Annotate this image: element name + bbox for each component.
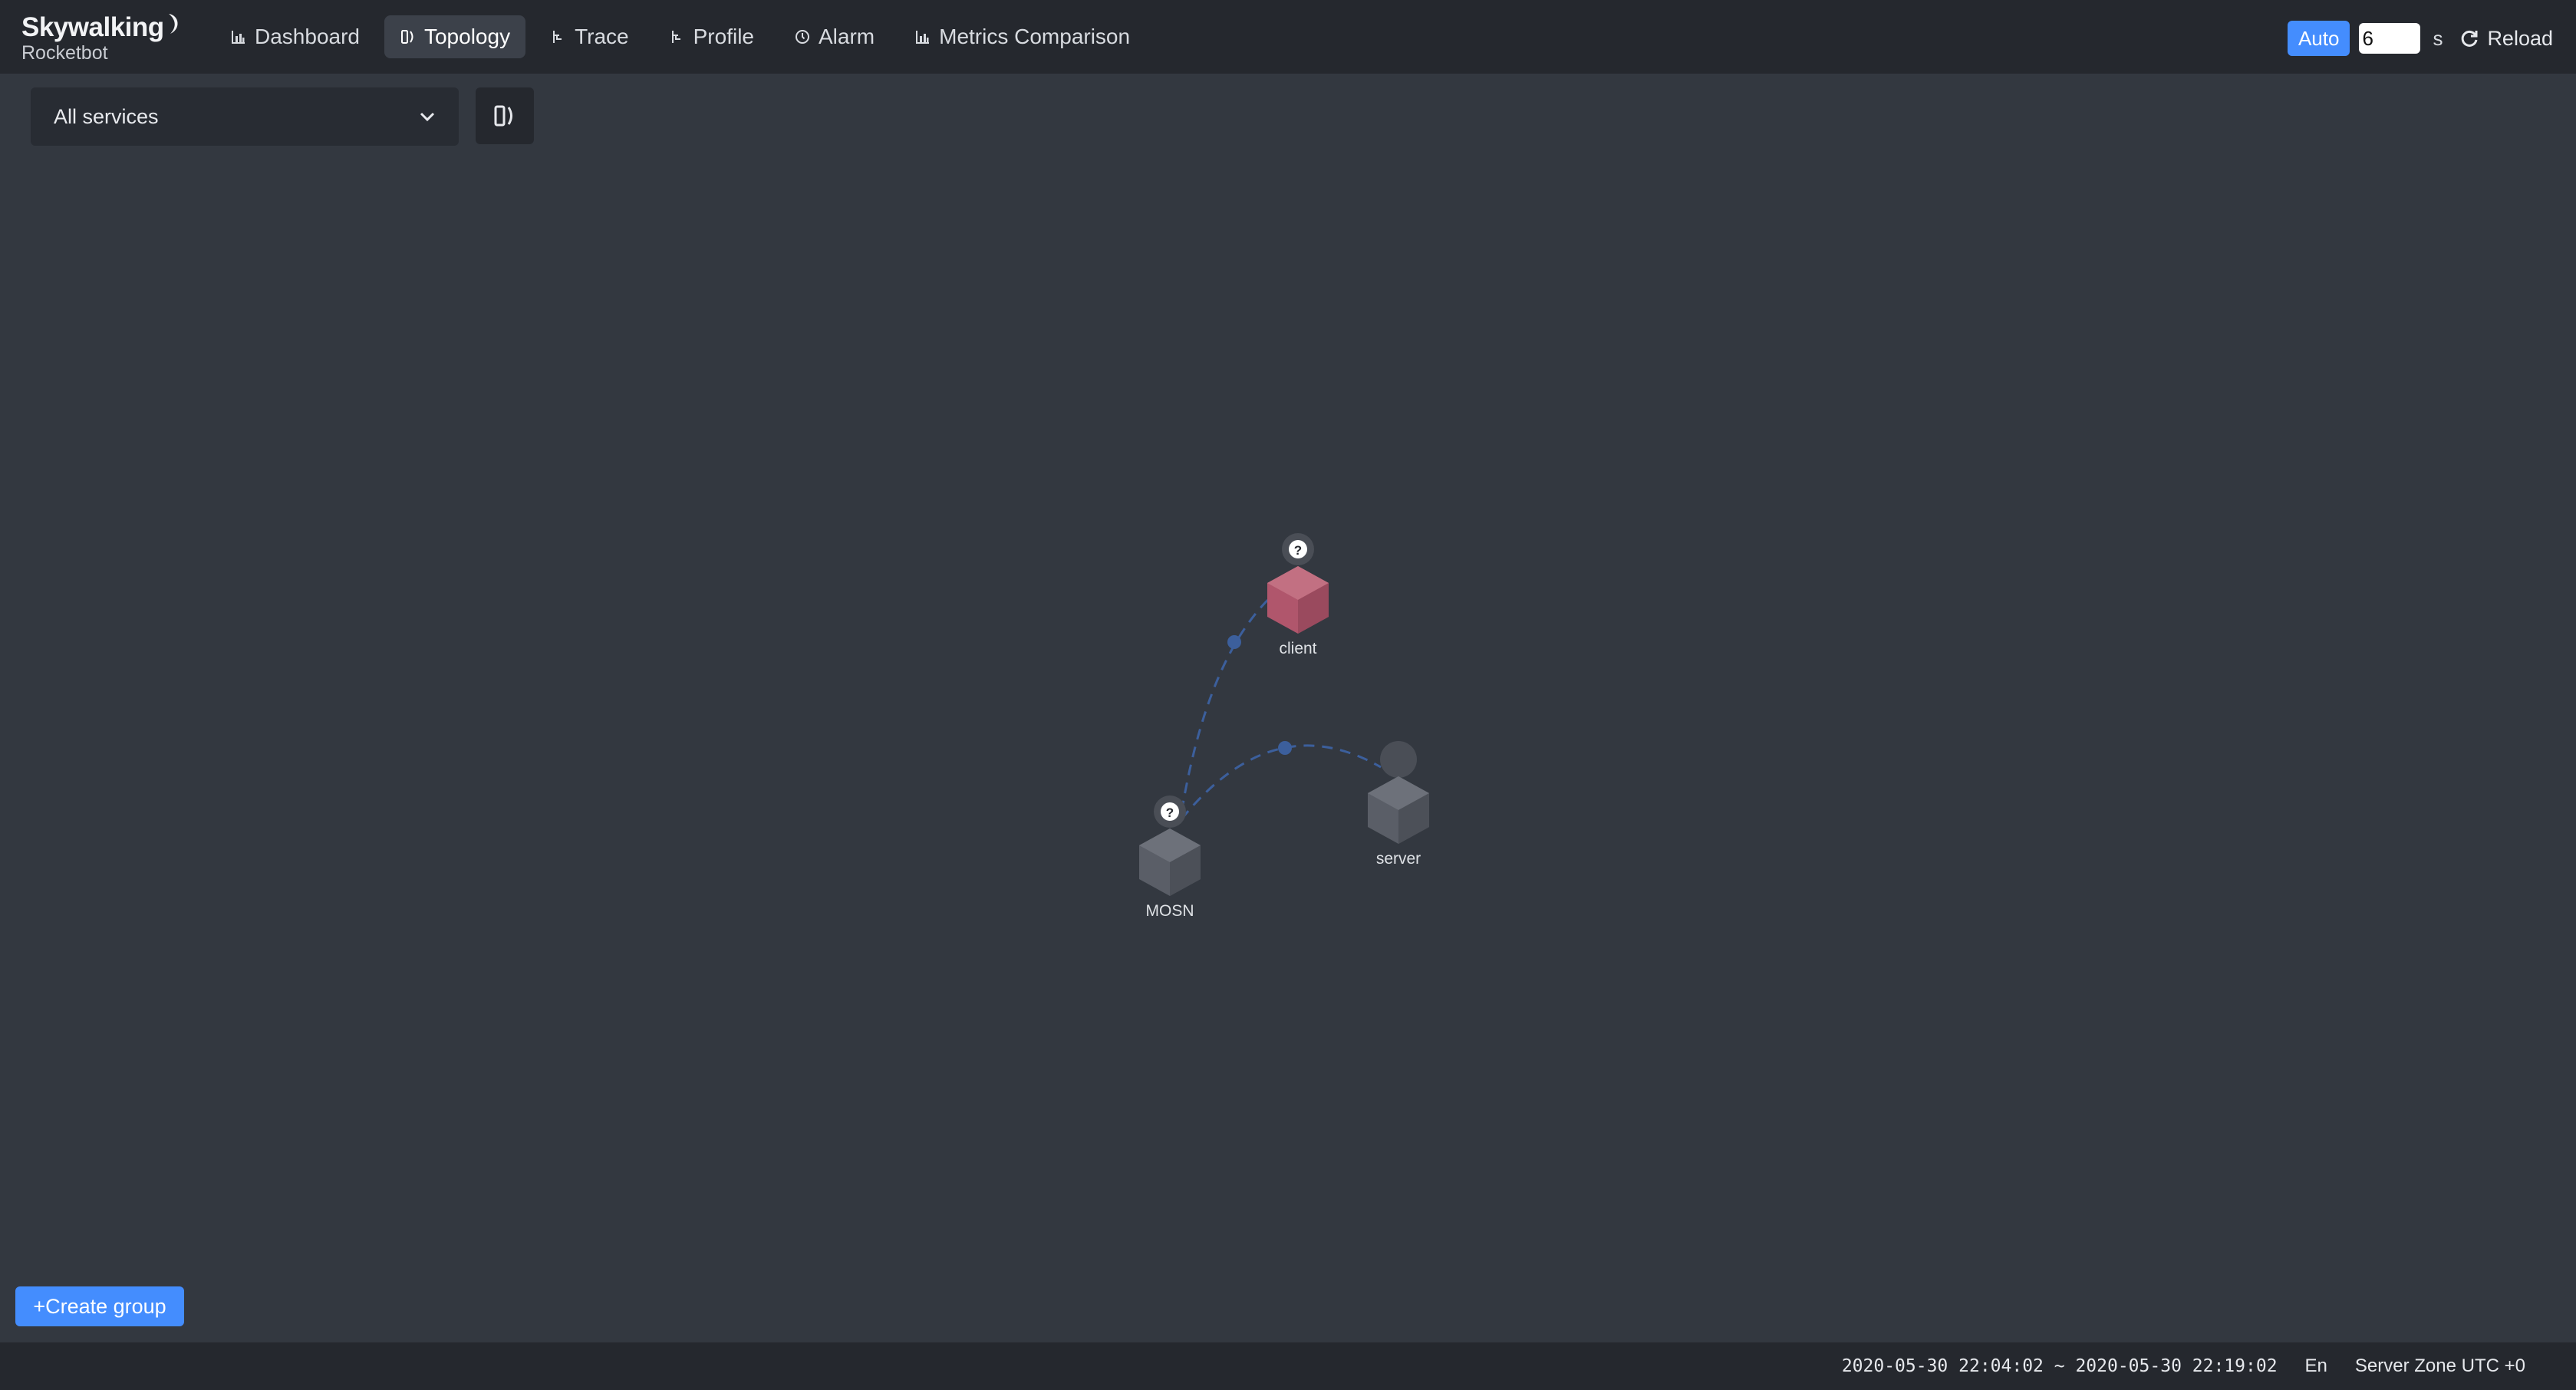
nav-alarm-label: Alarm xyxy=(819,25,875,48)
top-navigation-bar: Skywalking Rocketbot Dashboard Topology … xyxy=(0,0,2576,74)
time-range-selector[interactable]: 2020-05-30 22:04:02 ~ 2020-05-30 22:19:0… xyxy=(1842,1356,2278,1376)
profile-icon xyxy=(671,31,680,43)
server-zone-label[interactable]: Server Zone UTC +0 xyxy=(2355,1355,2525,1377)
topology-graph[interactable]: ? client ? MOSN server xyxy=(0,74,2576,1339)
logo[interactable]: Skywalking Rocketbot xyxy=(21,12,183,64)
reload-icon xyxy=(2462,30,2478,47)
nav-profile-label: Profile xyxy=(693,25,754,48)
nav-dashboard[interactable]: Dashboard xyxy=(215,15,375,58)
edge-mosn-server-dot[interactable] xyxy=(1278,741,1292,755)
refresh-controls: Auto s Reload xyxy=(2287,20,2553,57)
logo-swirl-icon xyxy=(168,13,178,34)
nav-dashboard-label: Dashboard xyxy=(255,25,360,48)
bar-chart-icon xyxy=(916,31,930,44)
reload-button[interactable]: Reload xyxy=(2459,27,2553,51)
nav-metrics-comparison-label: Metrics Comparison xyxy=(939,25,1131,48)
refresh-interval-input[interactable] xyxy=(2359,23,2421,54)
nav-trace-label: Trace xyxy=(575,25,629,48)
auto-refresh-button[interactable]: Auto xyxy=(2287,21,2350,56)
create-group-button[interactable]: +Create group xyxy=(15,1286,184,1326)
main-nav: Dashboard Topology Trace Profile Alarm M… xyxy=(215,15,1145,60)
node-label-client: client xyxy=(1279,640,1316,657)
node-client[interactable]: ? client xyxy=(1267,533,1329,657)
nav-topology-label: Topology xyxy=(423,25,511,48)
interval-unit-label: s xyxy=(2433,26,2443,50)
language-toggle[interactable]: En xyxy=(2305,1355,2327,1377)
edge-mosn-server[interactable] xyxy=(1180,744,1382,820)
status-footer: 2020-05-30 22:04:02 ~ 2020-05-30 22:19:0… xyxy=(0,1342,2576,1390)
nav-metrics-comparison[interactable]: Metrics Comparison xyxy=(899,15,1145,58)
node-label-mosn: MOSN xyxy=(1146,902,1194,920)
node-server[interactable]: server xyxy=(1368,741,1429,868)
node-mosn[interactable]: ? MOSN xyxy=(1139,795,1201,920)
trace-icon xyxy=(553,31,562,43)
edge-client-mosn-dot[interactable] xyxy=(1227,635,1241,649)
nav-profile[interactable]: Profile xyxy=(654,15,769,58)
alarm-icon xyxy=(796,30,809,44)
logo-title: Skywalking xyxy=(21,12,164,42)
nav-topology[interactable]: Topology xyxy=(384,15,526,58)
nav-alarm[interactable]: Alarm xyxy=(779,15,890,58)
node-label-server: server xyxy=(1376,850,1421,868)
logo-subtitle: Rocketbot xyxy=(21,42,108,64)
help-badge-text: ? xyxy=(1294,543,1302,558)
server-marker xyxy=(1380,741,1417,778)
help-badge-text: ? xyxy=(1166,805,1174,820)
reload-label: Reload xyxy=(2487,26,2553,50)
topology-icon xyxy=(400,30,413,44)
nav-trace[interactable]: Trace xyxy=(535,15,644,58)
bar-chart-icon xyxy=(232,31,245,44)
